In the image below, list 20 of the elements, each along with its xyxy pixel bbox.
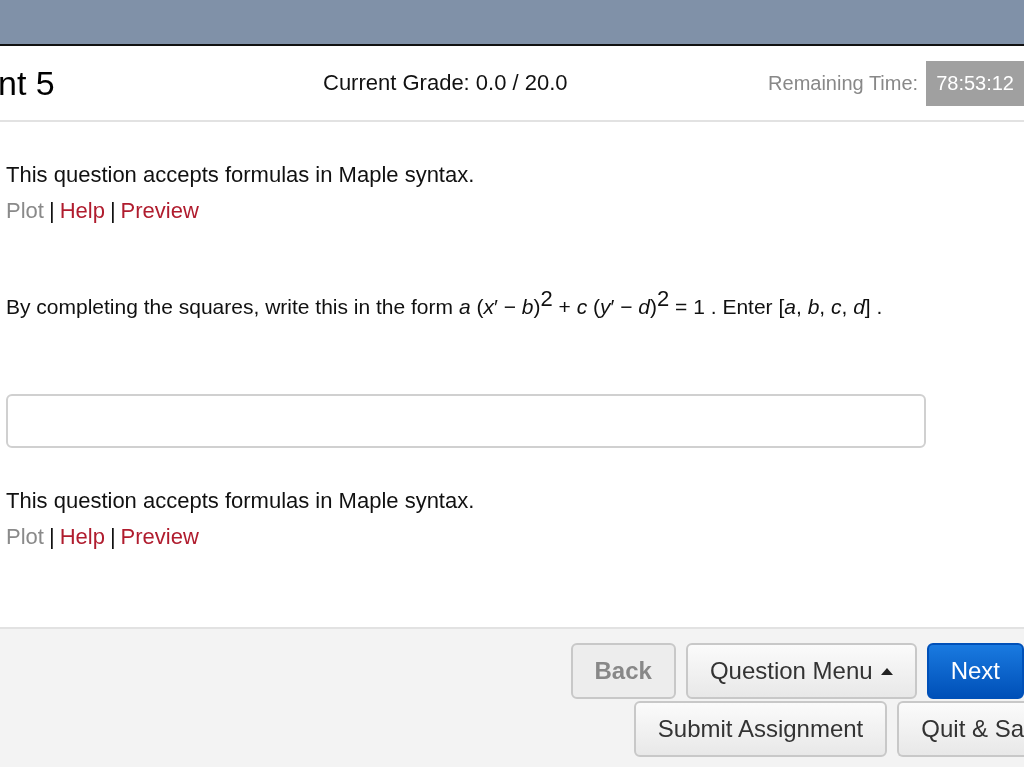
button[interactable]: Quit & Sa (897, 701, 1024, 757)
link[interactable]: Preview (120, 524, 199, 550)
button[interactable]: Submit Assignment (633, 701, 888, 757)
current-grade: Current Grade: 0.0 / 20.0 (323, 70, 568, 96)
link[interactable]: Help (59, 524, 105, 550)
answer-field[interactable] (6, 394, 926, 448)
button[interactable]: Question Menu (685, 643, 917, 699)
syntax-note: This question accepts formulas in Maple syntax. (6, 162, 476, 188)
remaining-time-value: 78:53:12 (926, 60, 1024, 106)
separator-text: | (109, 524, 116, 550)
separator-text: | (48, 198, 55, 224)
next-button[interactable]: Next (926, 643, 1024, 699)
separator-text: | (109, 198, 116, 224)
link[interactable]: Help (59, 198, 105, 224)
link[interactable]: Preview (120, 198, 199, 224)
remaining-time-label: Remaining Time: (768, 71, 919, 95)
separator-text: | (48, 524, 55, 550)
assignment-title: nt 5 (0, 63, 56, 103)
caret-icon (880, 667, 893, 675)
syntax-note: This question accepts formulas in Maple syntax. (6, 488, 476, 514)
